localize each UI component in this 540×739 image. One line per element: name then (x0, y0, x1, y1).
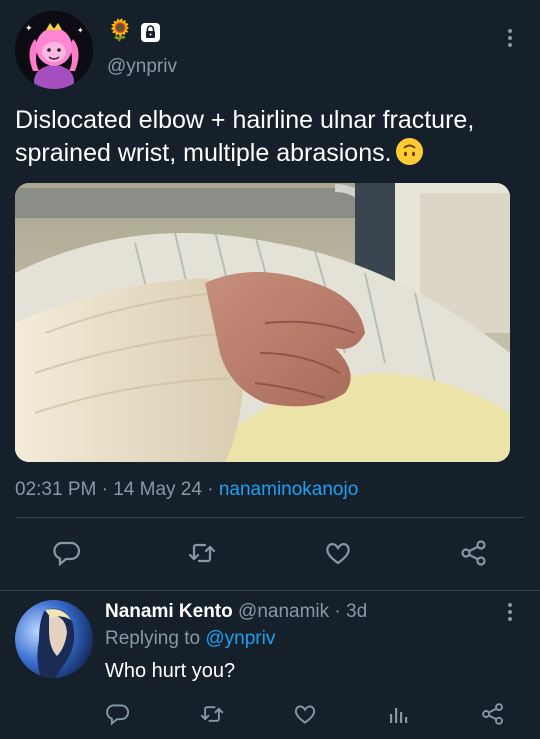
tweet-metadata: 02:31 PM · 14 May 24 · nanaminokanojo (15, 479, 358, 501)
more-options-icon[interactable] (508, 29, 512, 50)
protected-account-lock-icon (141, 22, 161, 42)
sunflower-icon: 🌻 (107, 19, 134, 42)
retweet-icon[interactable] (200, 702, 224, 726)
reply-author-name[interactable]: Nanami Kento (105, 601, 233, 622)
meta-separator: · (101, 479, 108, 500)
svg-text:✦: ✦ (25, 24, 33, 34)
author-handle[interactable]: @ynpriv (107, 56, 177, 78)
tweet-photo[interactable] (15, 183, 510, 462)
replying-to-label: Replying to (105, 628, 201, 649)
analytics-icon[interactable] (386, 702, 410, 726)
tweet-time: 02:31 PM (15, 479, 97, 500)
tweet-detail-page: ✦ ✦ 🌻 @ynpriv Dislocated elbow + hairlin… (0, 0, 540, 739)
share-icon[interactable] (481, 702, 505, 726)
like-icon[interactable] (324, 539, 352, 567)
reply-author-avatar[interactable] (15, 600, 93, 678)
author-avatar[interactable]: ✦ ✦ (15, 11, 93, 89)
more-options-icon[interactable] (508, 603, 512, 624)
replying-to-line: Replying to @ynpriv (105, 628, 275, 650)
share-icon[interactable] (460, 539, 488, 567)
author-display-name[interactable]: 🌻 (107, 19, 161, 42)
divider (0, 590, 540, 591)
divider (15, 517, 525, 518)
svg-text:✦: ✦ (77, 26, 84, 35)
reply-text: Who hurt you? (105, 660, 236, 682)
upside-down-face-icon (395, 138, 423, 165)
meta-separator: · (334, 601, 341, 622)
reply-icon[interactable] (105, 702, 130, 726)
like-icon[interactable] (293, 702, 317, 726)
tweet-text: Dislocated elbow + hairline ulnar fractu… (15, 104, 530, 170)
reply-age: 3d (346, 601, 368, 622)
retweet-icon[interactable] (188, 539, 216, 567)
tweet-date: 14 May 24 (113, 479, 202, 500)
replying-to-mention[interactable]: @ynpriv (205, 628, 275, 649)
tweet-source-link[interactable]: nanaminokanojo (219, 479, 358, 500)
reply-author-handle[interactable]: @nanamik (238, 601, 329, 622)
reply-header: Nanami Kento @nanamik · 3d (105, 601, 367, 623)
reply-icon[interactable] (52, 539, 81, 567)
meta-separator: · (207, 479, 214, 500)
